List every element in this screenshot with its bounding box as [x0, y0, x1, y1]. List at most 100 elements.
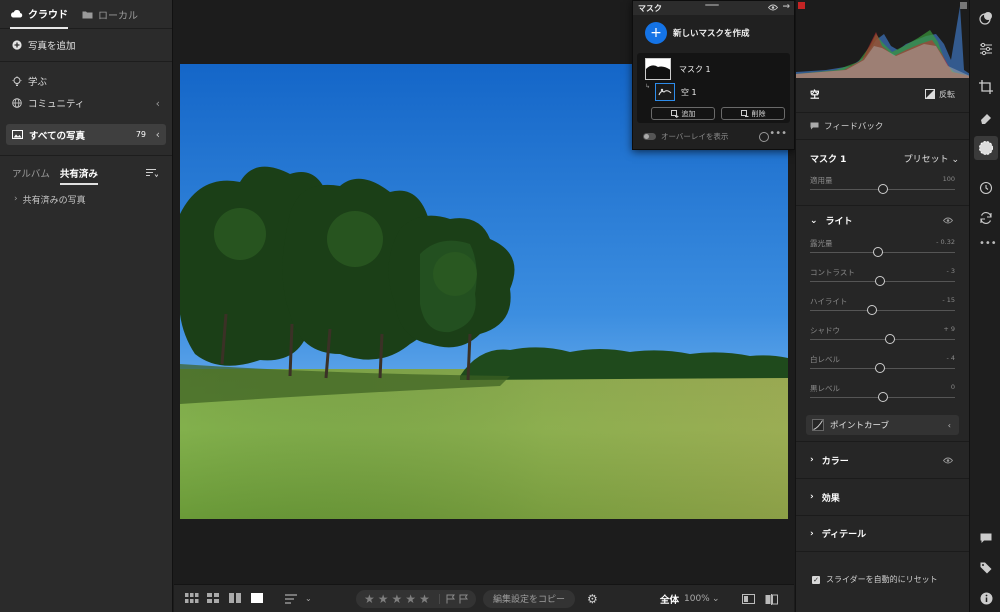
point-curve-label: ポイントカーブ — [830, 421, 889, 431]
tag-icon[interactable] — [978, 560, 994, 576]
slider-value[interactable]: - 0.32 — [936, 238, 955, 246]
slider-value[interactable]: - 15 — [942, 296, 955, 304]
slider-handle[interactable] — [877, 392, 888, 402]
collapse-arrow-icon[interactable]: → — [782, 2, 790, 12]
overlay-color-icon[interactable] — [759, 131, 769, 142]
chevron-left-icon[interactable]: ‹ — [156, 97, 160, 110]
feedback-button[interactable]: フィードバック — [796, 112, 969, 140]
all-photos-item[interactable]: すべての写真 79 ‹ — [6, 124, 166, 145]
detail-section-header[interactable]: › ディテール — [796, 515, 969, 552]
star-icon[interactable]: ★ — [378, 592, 389, 606]
eye-icon[interactable] — [943, 457, 953, 464]
tab-cloud[interactable]: クラウド — [10, 0, 68, 29]
copy-settings-button[interactable]: 編集設定をコピー — [483, 589, 576, 608]
grid-view-icon[interactable] — [185, 592, 199, 605]
compare-view-icon[interactable] — [229, 592, 243, 605]
delete-mask-button[interactable]: 削除 — [721, 107, 785, 120]
slider-track[interactable] — [810, 339, 955, 340]
flag-reject-icon[interactable] — [459, 594, 468, 604]
chevron-right-icon: › — [810, 528, 814, 539]
slider-handle[interactable] — [874, 363, 885, 373]
flag-pick-icon[interactable] — [446, 594, 455, 604]
sliders-icon[interactable] — [978, 41, 994, 57]
chevron-down-icon[interactable]: ⌄ — [305, 594, 312, 603]
slider-handle[interactable] — [873, 247, 884, 257]
amount-slider[interactable]: 適用量 100 — [796, 172, 969, 201]
light-slider[interactable]: シャドウ + 9 — [796, 322, 969, 351]
healing-eraser-icon[interactable] — [978, 110, 994, 126]
eye-icon[interactable] — [943, 217, 953, 224]
mask-panel-header[interactable]: マスク → — [633, 1, 794, 15]
star-rating[interactable]: ★ ★ ★ ★ ★ — [356, 589, 476, 608]
drag-handle[interactable] — [705, 4, 719, 6]
masking-tool-icon[interactable] — [974, 136, 998, 160]
slider-label: シャドウ — [810, 326, 840, 335]
before-after-icon[interactable] — [742, 594, 755, 604]
edit-presets-icon[interactable] — [978, 10, 994, 26]
tab-albums[interactable]: アルバム — [12, 166, 50, 180]
slider-handle[interactable] — [877, 184, 888, 194]
detail-view-icon[interactable] — [251, 592, 265, 605]
zoom-percent[interactable]: 100% — [684, 594, 710, 604]
slider-value[interactable]: - 3 — [946, 267, 955, 275]
mask-component-item[interactable]: ↳ 空 1 — [645, 83, 697, 101]
gear-icon[interactable]: ⚙ — [587, 592, 598, 606]
shared-photos-item[interactable]: › 共有済みの写真 — [0, 190, 172, 208]
cloud-icon — [10, 9, 23, 18]
star-icon[interactable]: ★ — [405, 592, 416, 606]
light-slider[interactable]: 黒レベル 0 — [796, 380, 969, 409]
point-curve-button[interactable]: ポイントカーブ ‹ — [806, 415, 959, 435]
tab-shared[interactable]: 共有済み — [59, 166, 98, 185]
chevron-down-icon[interactable]: ⌄ — [712, 594, 720, 604]
zoom-fit-button[interactable]: 全体 — [660, 592, 679, 606]
slider-value[interactable]: - 4 — [946, 354, 955, 362]
light-section-title: ライト — [825, 217, 853, 227]
auto-reset-checkbox[interactable]: ✓ スライダーを自動的にリセット — [812, 574, 938, 585]
slider-value[interactable]: 100 — [943, 175, 955, 183]
light-slider[interactable]: 白レベル - 4 — [796, 351, 969, 380]
sort-icon[interactable] — [146, 168, 158, 178]
star-icon[interactable]: ★ — [419, 592, 430, 606]
effects-section-header[interactable]: › 効果 — [796, 478, 969, 515]
eye-icon[interactable] — [768, 4, 778, 11]
slider-handle[interactable] — [874, 276, 885, 286]
slider-value[interactable]: + 9 — [943, 325, 955, 333]
color-section-header[interactable]: › カラー — [796, 441, 969, 478]
comments-icon[interactable] — [978, 530, 994, 546]
more-options-icon[interactable]: ••• — [769, 128, 787, 139]
chevron-left-icon[interactable]: ‹ — [156, 128, 160, 141]
community-item[interactable]: コミュニティ ‹ — [0, 92, 172, 114]
mask-item[interactable]: マスク 1 — [645, 58, 711, 80]
add-mask-button[interactable]: 追加 — [651, 107, 715, 120]
slider-track[interactable] — [810, 310, 955, 311]
invert-label: 反転 — [939, 89, 955, 99]
add-photos-button[interactable]: 写真を追加 — [0, 29, 172, 62]
mask-settings-title: マスク 1 — [810, 154, 847, 165]
tab-local[interactable]: ローカル — [82, 0, 138, 29]
slider-handle[interactable] — [884, 334, 895, 344]
split-view-icon[interactable] — [765, 594, 778, 605]
new-mask-button[interactable]: + 新しいマスクを作成 — [633, 15, 794, 51]
slider-value[interactable]: 0 — [951, 383, 955, 391]
star-icon[interactable]: ★ — [364, 592, 375, 606]
checkbox-checked-icon[interactable]: ✓ — [812, 575, 820, 584]
crop-icon[interactable] — [978, 79, 994, 95]
learn-item[interactable]: 学ぶ — [0, 70, 172, 92]
star-icon[interactable]: ★ — [392, 592, 403, 606]
overlay-toggle[interactable] — [643, 133, 656, 140]
light-section-header[interactable]: ⌄ ライト — [796, 205, 969, 235]
history-icon[interactable] — [978, 180, 994, 196]
more-icon[interactable]: ••• — [979, 238, 997, 249]
invert-button[interactable]: 反転 — [925, 89, 955, 100]
preset-dropdown[interactable]: プリセット ⌄ — [904, 152, 959, 165]
square-grid-icon[interactable] — [207, 592, 221, 605]
sync-icon[interactable] — [978, 210, 994, 226]
light-slider[interactable]: ハイライト - 15 — [796, 293, 969, 322]
slider-handle[interactable] — [867, 305, 878, 315]
info-icon[interactable] — [978, 590, 994, 606]
sort-lines-icon[interactable] — [285, 593, 299, 604]
mask-list: マスク 1 ↳ 空 1 追加 削除 — [637, 53, 790, 123]
light-slider[interactable]: 露光量 - 0.32 — [796, 235, 969, 264]
light-slider[interactable]: コントラスト - 3 — [796, 264, 969, 293]
photos-icon — [12, 130, 23, 139]
